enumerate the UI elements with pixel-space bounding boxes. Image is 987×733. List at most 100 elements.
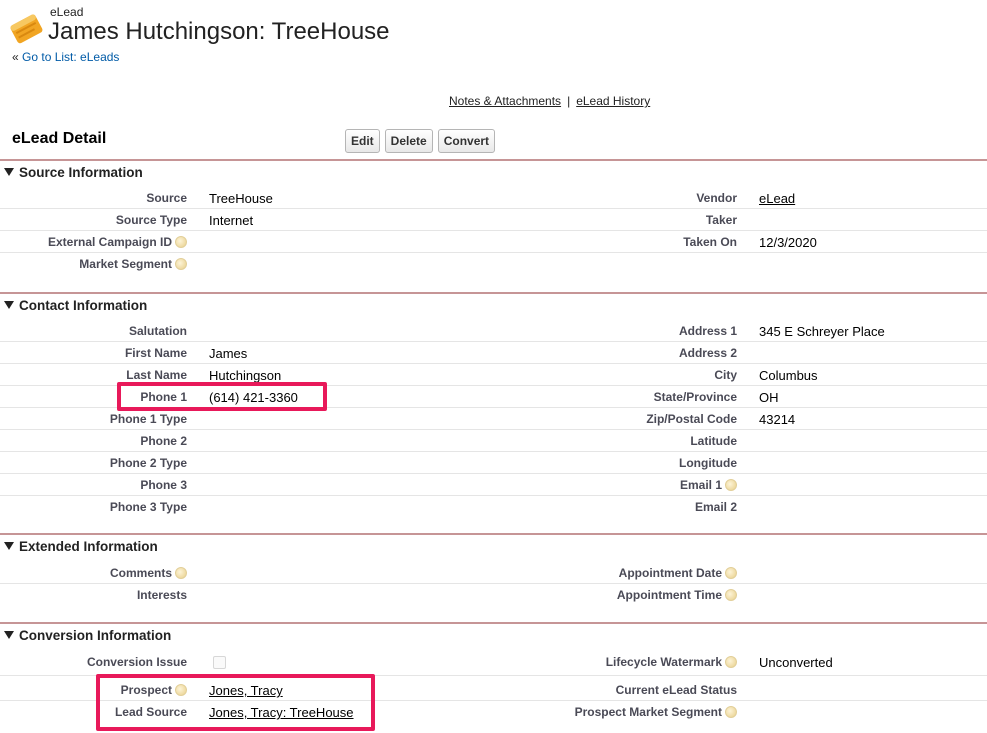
field-label-taker: Taker — [705, 213, 737, 227]
triangle-down-icon[interactable] — [4, 301, 14, 309]
help-bubble-icon[interactable] — [175, 567, 187, 579]
help-bubble-icon[interactable] — [175, 236, 187, 248]
field-row: Salutation Address 1 345 E Schreyer Plac… — [0, 320, 987, 342]
field-row: Phone 3 Email 1 — [0, 474, 987, 496]
field-label-appointment-date: Appointment Date — [619, 566, 737, 580]
field-value-city: Columbus — [759, 368, 818, 383]
section-header-contact[interactable]: Contact Information — [4, 298, 147, 313]
field-value-first-name: James — [209, 346, 248, 361]
field-label-phone3-type: Phone 3 Type — [109, 500, 187, 514]
field-value-address1: 345 E Schreyer Place — [759, 324, 885, 339]
help-bubble-icon[interactable] — [175, 258, 187, 270]
elead-notepad-icon — [10, 14, 43, 44]
vendor-link[interactable]: eLead — [759, 191, 795, 206]
section-rule — [0, 533, 987, 535]
label-text: Comments — [109, 566, 172, 580]
object-type-label: eLead — [50, 5, 84, 19]
detail-title: eLead Detail — [12, 130, 107, 147]
help-bubble-icon[interactable] — [725, 567, 737, 579]
delete-button[interactable]: Delete — [384, 129, 433, 153]
field-label-comments: Comments — [110, 566, 187, 580]
field-value-source-type: Internet — [209, 213, 254, 228]
field-value-vendor: eLead — [759, 191, 795, 206]
field-label-email2: Email 2 — [694, 500, 737, 514]
field-value-lifecycle-watermark: Unconverted — [759, 655, 833, 670]
label-text: Prospect Market Segment — [574, 705, 722, 719]
field-label-interests: Interests — [136, 588, 187, 602]
help-bubble-icon[interactable] — [725, 479, 737, 491]
field-label-salutation: Salutation — [128, 324, 187, 338]
page-header: eLead James Hutchingson: TreeHouse « Go … — [6, 4, 606, 64]
field-label-phone2-type: Phone 2 Type — [109, 456, 187, 470]
field-label-current-status: Current eLead Status — [615, 683, 737, 697]
section-title: Conversion Information — [19, 628, 172, 643]
field-label-longitude: Longitude — [679, 456, 737, 470]
elead-history-link[interactable]: eLead History — [576, 94, 650, 108]
label-text: Appointment Time — [616, 588, 722, 602]
field-row: Source TreeHouse Vendor eLead — [0, 187, 987, 209]
field-label-state: State/Province — [653, 390, 737, 404]
field-row: Phone 3 Type Email 2 — [0, 496, 987, 518]
triangle-down-icon[interactable] — [4, 168, 14, 176]
field-value-last-name: Hutchingson — [209, 368, 282, 383]
field-label-email1: Email 1 — [680, 478, 737, 492]
field-value-source: TreeHouse — [209, 191, 273, 206]
field-label-first-name: First Name — [124, 346, 187, 360]
field-label-vendor: Vendor — [696, 191, 737, 205]
field-row: First Name James Address 2 — [0, 342, 987, 364]
field-label-latitude: Latitude — [690, 434, 737, 448]
field-label-source: Source — [146, 191, 187, 205]
button-bar: Edit Delete Convert — [345, 129, 496, 153]
field-label-zip: Zip/Postal Code — [646, 412, 737, 426]
section-title: Extended Information — [19, 539, 158, 554]
label-text: External Campaign ID — [47, 235, 172, 249]
field-label-appointment-time: Appointment Time — [617, 588, 737, 602]
back-arrow-text: « — [12, 50, 23, 64]
section-rule — [0, 159, 987, 161]
field-row: Phone 2 Type Longitude — [0, 452, 987, 474]
section-contact: Contact Information Salutation Address 1… — [0, 292, 987, 532]
field-label-phone1-type: Phone 1 Type — [109, 412, 187, 426]
section-rule — [0, 622, 987, 624]
field-value-taken-on: 12/3/2020 — [759, 235, 817, 250]
section-extended: Extended Information Comments Appointmen… — [0, 533, 987, 621]
field-label-address2: Address 2 — [678, 346, 737, 360]
field-row: Phone 2 Latitude — [0, 430, 987, 452]
field-label-phone3: Phone 3 — [140, 478, 187, 492]
field-label-last-name: Last Name — [126, 368, 187, 382]
field-row: Market Segment — [0, 253, 987, 275]
triangle-down-icon[interactable] — [4, 631, 14, 639]
help-bubble-icon[interactable] — [725, 589, 737, 601]
field-value-zip: 43214 — [759, 412, 796, 427]
phone1-highlight-box — [117, 382, 327, 411]
prospect-lead-source-highlight-box — [96, 674, 375, 731]
section-header-extended[interactable]: Extended Information — [4, 539, 158, 554]
field-row: External Campaign ID Taken On 12/3/2020 — [0, 231, 987, 253]
field-label-market-segment: Market Segment — [79, 257, 187, 271]
field-row: Comments Appointment Date — [0, 562, 987, 584]
section-header-source[interactable]: Source Information — [4, 165, 143, 180]
convert-button[interactable]: Convert — [437, 129, 496, 153]
page-title: James Hutchingson: TreeHouse — [48, 18, 390, 45]
help-bubble-icon[interactable] — [725, 656, 737, 668]
field-label-city: City — [714, 368, 737, 382]
field-label-phone2: Phone 2 — [140, 434, 187, 448]
notes-attachments-link[interactable]: Notes & Attachments — [449, 94, 561, 108]
related-links: Notes & Attachments | eLead History — [449, 94, 650, 108]
section-title: Source Information — [19, 165, 143, 180]
triangle-down-icon[interactable] — [4, 542, 14, 550]
conversion-issue-checkbox[interactable] — [213, 656, 226, 669]
section-source: Source Information Source TreeHouse Vend… — [0, 159, 987, 289]
field-label-prospect-market-segment: Prospect Market Segment — [575, 705, 737, 719]
section-rule — [0, 292, 987, 294]
label-text: Email 1 — [679, 478, 722, 492]
edit-button[interactable]: Edit — [345, 129, 380, 153]
section-header-conversion[interactable]: Conversion Information — [4, 628, 171, 643]
back-to-list: « Go to List: eLeads — [12, 50, 119, 64]
field-label-external-campaign-id: External Campaign ID — [48, 235, 187, 249]
field-row: Phone 1 Type Zip/Postal Code 43214 — [0, 408, 987, 430]
back-to-list-link[interactable]: Go to List: eLeads — [22, 50, 119, 64]
field-row: Conversion Issue Lifecycle Watermark Unc… — [0, 651, 987, 676]
help-bubble-icon[interactable] — [725, 706, 737, 718]
field-label-source-type: Source Type — [115, 213, 187, 227]
